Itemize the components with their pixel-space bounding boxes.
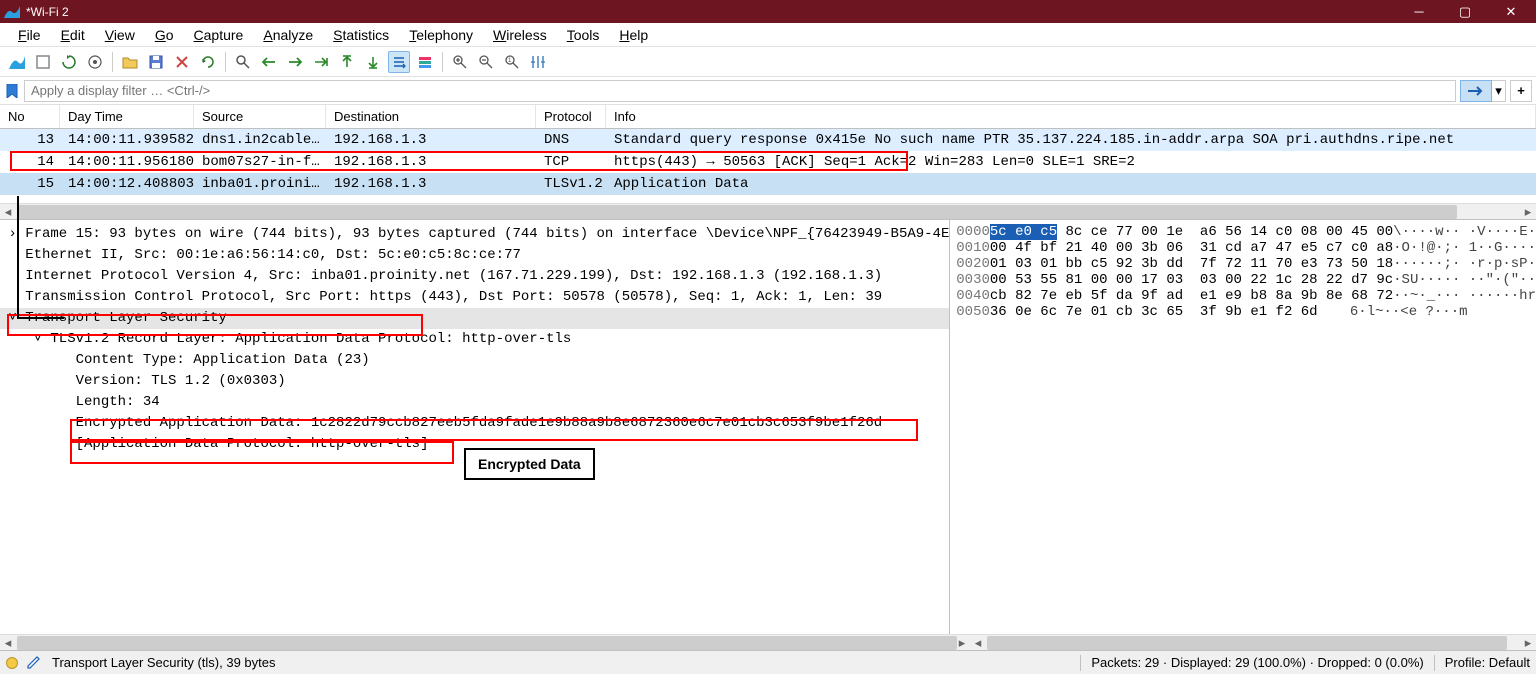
tb-open-icon[interactable] [119, 51, 141, 73]
display-filter-input[interactable] [24, 80, 1456, 102]
tree-item[interactable]: Version: TLS 1.2 (0x0303) [0, 371, 949, 392]
tb-autoscroll-icon[interactable] [388, 51, 410, 73]
tb-stop-icon[interactable] [32, 51, 54, 73]
status-packets-text: Packets: 29 · Displayed: 29 (100.0%) · D… [1091, 655, 1423, 670]
tb-resize-cols-icon[interactable] [527, 51, 549, 73]
packet-list-scrollbar[interactable]: ◂▸ [0, 203, 1536, 219]
menu-statistics[interactable]: Statistics [323, 25, 399, 45]
tree-item[interactable]: Length: 34 [0, 392, 949, 413]
menu-capture[interactable]: Capture [184, 25, 254, 45]
col-protocol[interactable]: Protocol [536, 105, 606, 128]
tb-find-icon[interactable] [232, 51, 254, 73]
menu-tools[interactable]: Tools [557, 25, 610, 45]
packet-list-pane: NoDay TimeSourceDestinationProtocolInfo … [0, 105, 1536, 203]
tree-item[interactable]: Transmission Control Protocol, Src Port:… [0, 287, 949, 308]
expert-info-icon[interactable] [6, 657, 18, 669]
tree-item[interactable]: Encrypted Application Data: 1c2822d79ccb… [0, 413, 949, 434]
tb-prev-icon[interactable] [258, 51, 280, 73]
bookmark-icon[interactable] [4, 83, 20, 99]
window-title: *Wi-Fi 2 [26, 5, 1396, 19]
menu-analyze[interactable]: Analyze [253, 25, 323, 45]
tree-item[interactable]: › Frame 15: 93 bytes on wire (744 bits),… [0, 224, 949, 245]
status-protocol-text: Transport Layer Security (tls), 39 bytes [52, 655, 276, 670]
packet-list-columns[interactable]: NoDay TimeSourceDestinationProtocolInfo [0, 105, 1536, 129]
menu-edit[interactable]: Edit [51, 25, 95, 45]
window-close-button[interactable]: ✕ [1488, 0, 1534, 23]
tree-item[interactable]: ˅ TLSv1.2 Record Layer: Application Data… [0, 329, 949, 350]
tb-next-icon[interactable] [284, 51, 306, 73]
tb-jump-icon[interactable] [310, 51, 332, 73]
hex-row[interactable]: 0000 5c e0 c5 8c ce 77 00 1e a6 56 14 c0… [956, 224, 1536, 240]
menu-file[interactable]: File [8, 25, 51, 45]
wireshark-icon [4, 6, 20, 18]
filterbar: ▾ + [0, 77, 1536, 105]
annotation-connector-line [14, 196, 74, 326]
tb-go-first-icon[interactable] [336, 51, 358, 73]
col-source[interactable]: Source [194, 105, 326, 128]
tb-zoom-out-icon[interactable] [475, 51, 497, 73]
hex-row[interactable]: 0030 00 53 55 81 00 00 17 03 03 00 22 1c… [956, 272, 1536, 288]
tb-reload-icon[interactable] [197, 51, 219, 73]
packet-details-pane: › Frame 15: 93 bytes on wire (744 bits),… [0, 220, 949, 634]
apply-filter-button[interactable] [1460, 80, 1492, 102]
tb-shark-fin-icon[interactable] [6, 51, 28, 73]
menu-help[interactable]: Help [609, 25, 658, 45]
add-filter-button[interactable]: + [1510, 80, 1532, 102]
col-no[interactable]: No [0, 105, 60, 128]
menu-telephony[interactable]: Telephony [399, 25, 483, 45]
tb-options-icon[interactable] [84, 51, 106, 73]
col-info[interactable]: Info [606, 105, 1536, 128]
tree-item[interactable]: Content Type: Application Data (23) [0, 350, 949, 371]
toolbar: 1 [0, 47, 1536, 77]
tb-go-last-icon[interactable] [362, 51, 384, 73]
menu-view[interactable]: View [95, 25, 145, 45]
packet-row[interactable]: 1414:00:11.956180bom07s27-in-f…192.168.1… [0, 151, 1536, 173]
hex-row[interactable]: 0050 36 0e 6c 7e 01 cb 3c 65 3f 9b e1 f2… [956, 304, 1536, 320]
statusbar: Transport Layer Security (tls), 39 bytes… [0, 650, 1536, 674]
hex-row[interactable]: 0010 00 4f bf 21 40 00 3b 06 31 cd a7 47… [956, 240, 1536, 256]
window-titlebar: *Wi-Fi 2 ─ ▢ ✕ [0, 0, 1536, 23]
hex-row[interactable]: 0040 cb 82 7e eb 5f da 9f ad e1 e9 b8 8a… [956, 288, 1536, 304]
packet-bytes-pane: 0000 5c e0 c5 8c ce 77 00 1e a6 56 14 c0… [949, 220, 1536, 634]
tb-colorize-icon[interactable] [414, 51, 436, 73]
window-minimize-button[interactable]: ─ [1396, 0, 1442, 23]
packet-list-rows: 1314:00:11.939582dns1.in2cable…192.168.1… [0, 129, 1536, 195]
menu-go[interactable]: Go [145, 25, 184, 45]
tb-zoom-reset-icon[interactable]: 1 [501, 51, 523, 73]
col-destination[interactable]: Destination [326, 105, 536, 128]
tb-save-icon[interactable] [145, 51, 167, 73]
hex-row[interactable]: 0020 01 03 01 bb c5 92 3b dd 7f 72 11 70… [956, 256, 1536, 272]
packet-row[interactable]: 1514:00:12.408803inba01.proini…192.168.1… [0, 173, 1536, 195]
annotation-label: Encrypted Data [464, 448, 595, 480]
tree-item[interactable]: ˅ Transport Layer Security [0, 308, 949, 329]
menubar: FileEditViewGoCaptureAnalyzeStatisticsTe… [0, 23, 1536, 47]
menu-wireless[interactable]: Wireless [483, 25, 557, 45]
window-maximize-button[interactable]: ▢ [1442, 0, 1488, 23]
col-day-time[interactable]: Day Time [60, 105, 194, 128]
status-profile-text[interactable]: Profile: Default [1445, 655, 1530, 670]
tree-item[interactable]: Ethernet II, Src: 00:1e:a6:56:14:c0, Dst… [0, 245, 949, 266]
packet-row[interactable]: 1314:00:11.939582dns1.in2cable…192.168.1… [0, 129, 1536, 151]
tb-zoom-in-icon[interactable] [449, 51, 471, 73]
filter-dropdown-button[interactable]: ▾ [1492, 80, 1506, 102]
tb-restart-icon[interactable] [58, 51, 80, 73]
tree-item[interactable]: Internet Protocol Version 4, Src: inba01… [0, 266, 949, 287]
edit-icon[interactable] [26, 656, 42, 670]
tb-close-icon[interactable] [171, 51, 193, 73]
